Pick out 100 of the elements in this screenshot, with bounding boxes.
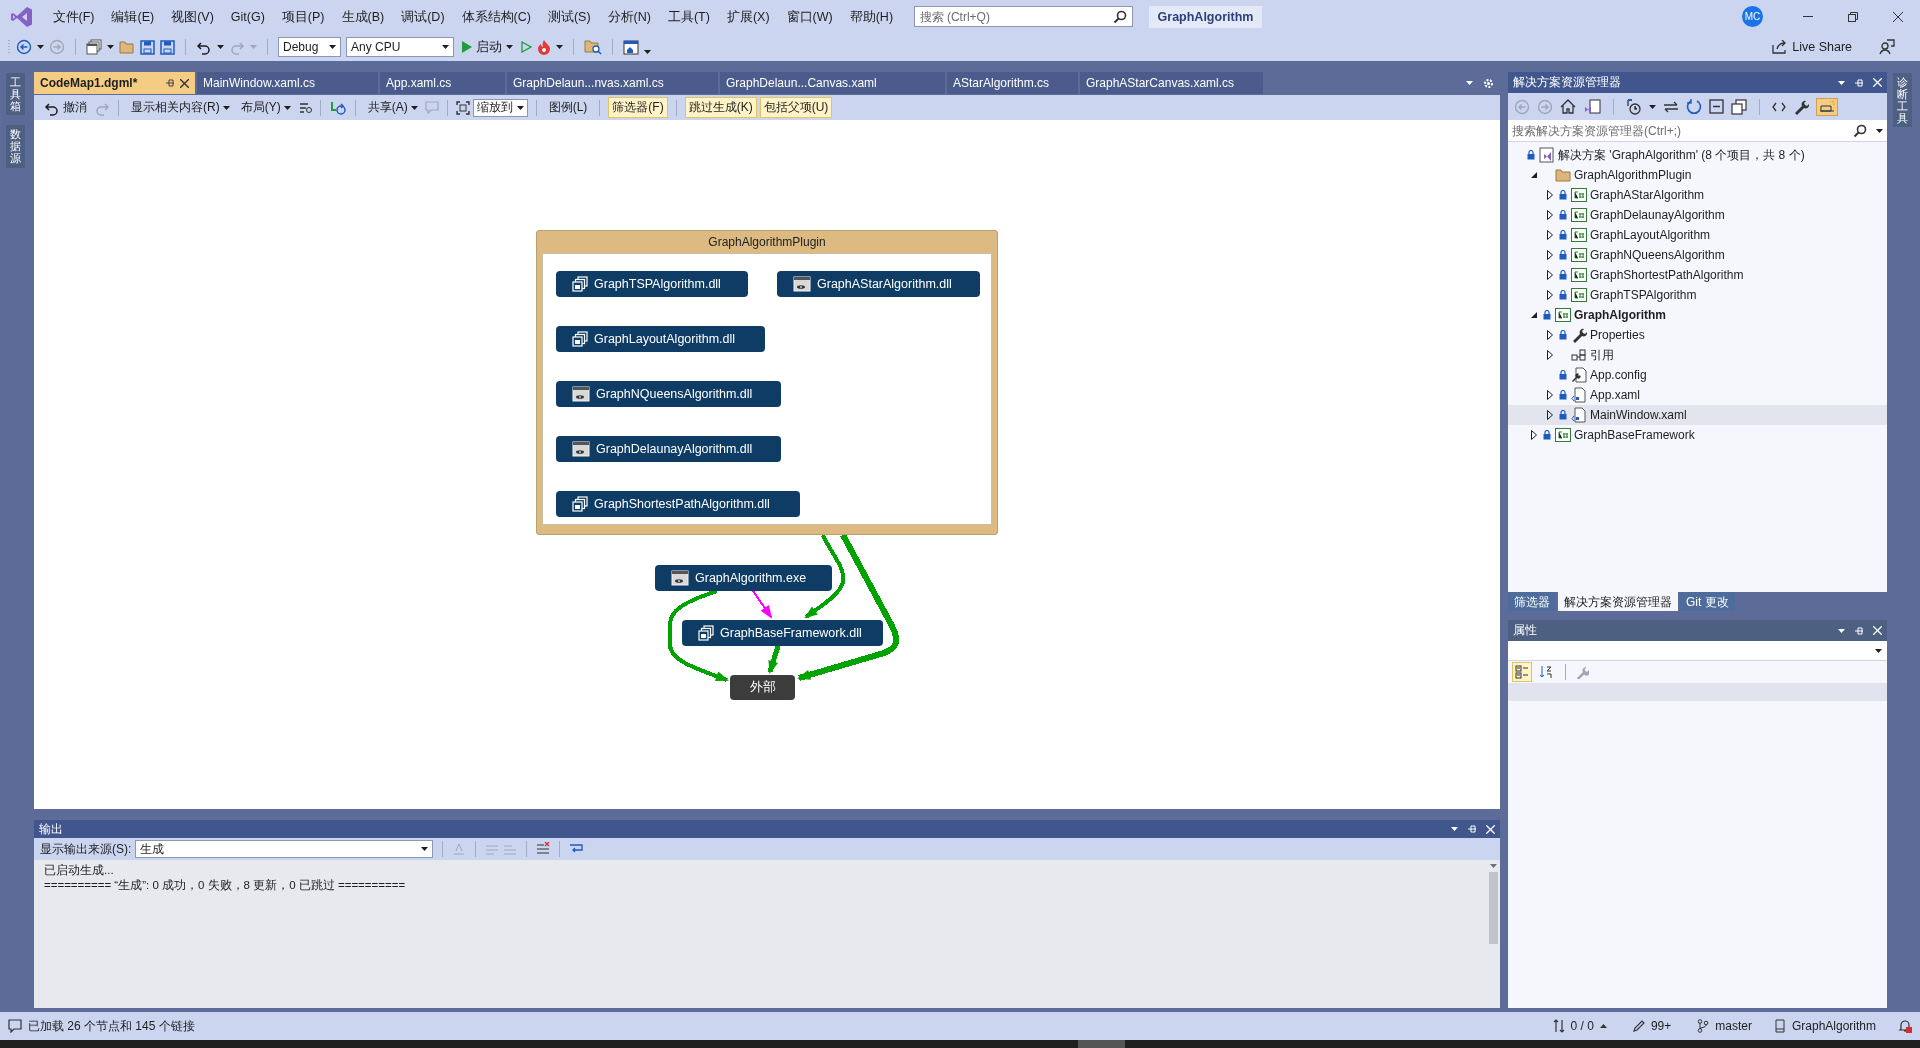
assembly-node[interactable]: GraphTSPAlgorithm.dll xyxy=(556,271,748,297)
toggle-button[interactable]: 包括父项(U) xyxy=(759,97,833,118)
pending-changes-filter-icon[interactable] xyxy=(1626,98,1642,115)
group-container[interactable]: GraphAlgorithmPlugin GraphTSPAlgorithm.dll GraphAStarAlgorithm.dll GraphLayoutAlgorithm.dll GraphNQueensAlgorithm.dll GraphDelaunayAlgorithm.dll GraphShortestPathAlgorithm.dll xyxy=(536,230,998,535)
dropdown-caret-icon[interactable] xyxy=(506,45,513,49)
document-tab[interactable]: CodeMap1.dgml* xyxy=(34,72,197,94)
collapsed-arrow-icon[interactable] xyxy=(1547,210,1553,220)
sync-icon[interactable] xyxy=(1663,100,1679,113)
collapsed-arrow-icon[interactable] xyxy=(1531,430,1537,440)
save-all-icon[interactable] xyxy=(160,39,175,55)
back-icon[interactable] xyxy=(16,39,32,55)
dropdown-caret-icon[interactable] xyxy=(1451,827,1458,831)
pin-icon[interactable] xyxy=(1855,625,1863,636)
toggle-button[interactable]: 图例(L) xyxy=(544,97,592,118)
configuration-dropdown[interactable]: Debug xyxy=(278,37,341,57)
new-project-icon[interactable] xyxy=(86,39,102,55)
dropdown-caret-icon[interactable] xyxy=(410,105,418,110)
collapsed-arrow-icon[interactable] xyxy=(1547,390,1553,400)
collapsed-arrow-icon[interactable] xyxy=(1547,250,1553,260)
window-layout-icon[interactable] xyxy=(623,39,639,55)
flame-icon[interactable] xyxy=(537,39,551,55)
side-panel-tab[interactable]: 诊断工具 xyxy=(1892,73,1912,128)
collapsed-arrow-icon[interactable] xyxy=(1547,270,1553,280)
zoom-dropdown[interactable]: 缩放到 xyxy=(472,98,528,117)
document-tab[interactable]: GraphAStarCanvas.xaml.cs xyxy=(1080,72,1265,94)
settings-icon[interactable] xyxy=(1483,77,1494,89)
start-button[interactable]: 启动 xyxy=(459,36,516,58)
close-tab-icon[interactable] xyxy=(180,78,189,88)
expanded-arrow-icon[interactable] xyxy=(1530,171,1538,179)
collapsed-arrow-icon[interactable] xyxy=(1547,190,1553,200)
repository-name[interactable]: GraphAlgorithm xyxy=(1791,1019,1876,1033)
collapsed-arrow-icon[interactable] xyxy=(1547,290,1553,300)
document-tab[interactable]: GraphDelaun...Canvas.xaml xyxy=(720,72,947,94)
collapsed-arrow-icon[interactable] xyxy=(1547,330,1553,340)
assembly-node[interactable]: GraphLayoutAlgorithm.dll xyxy=(556,326,765,352)
menu-item[interactable]: 调试(D) xyxy=(392,5,454,28)
layout-button[interactable]: 布局(Y) xyxy=(236,97,295,118)
menu-item[interactable]: 生成(B) xyxy=(333,5,393,28)
preview-toggle-button[interactable] xyxy=(1816,97,1838,116)
dropdown-caret-icon[interactable] xyxy=(1875,648,1882,653)
side-panel-tab[interactable]: 工具箱 xyxy=(5,73,25,116)
collapsed-arrow-icon[interactable] xyxy=(1547,230,1553,240)
branch-icon[interactable] xyxy=(1697,1019,1710,1033)
document-tab[interactable]: App.xaml.cs xyxy=(380,72,507,94)
dropdown-caret-icon[interactable] xyxy=(217,45,224,49)
dropdown-caret-icon[interactable] xyxy=(644,50,651,54)
dropdown-caret-icon[interactable] xyxy=(442,45,449,49)
close-icon[interactable] xyxy=(1873,626,1882,635)
edits-count[interactable]: 99+ xyxy=(1650,1019,1672,1033)
menu-item[interactable]: 测试(S) xyxy=(539,5,600,28)
home-icon[interactable] xyxy=(1560,99,1576,114)
close-icon[interactable] xyxy=(1486,824,1495,834)
dropdown-caret-icon[interactable] xyxy=(1838,80,1845,85)
format-icon[interactable] xyxy=(297,100,312,115)
tree-item[interactable]: GraphLayoutAlgorithm xyxy=(1508,225,1887,245)
categorized-view-button[interactable] xyxy=(1512,662,1532,682)
dropdown-caret-icon[interactable] xyxy=(283,105,291,110)
dropdown-caret-icon[interactable] xyxy=(1649,104,1656,109)
menu-item[interactable]: Git(G) xyxy=(222,5,274,28)
tree-item[interactable]: GraphAStarAlgorithm xyxy=(1508,185,1887,205)
pin-icon[interactable] xyxy=(166,78,174,88)
dropdown-caret-icon[interactable] xyxy=(1838,628,1845,633)
output-icon[interactable] xyxy=(8,1019,22,1033)
assembly-node[interactable]: GraphShortestPathAlgorithm.dll xyxy=(556,491,800,517)
live-share-button[interactable]: Live Share xyxy=(1769,38,1855,56)
properties-icon[interactable] xyxy=(1793,98,1809,115)
tree-item[interactable]: GraphAlgorithmPlugin xyxy=(1508,165,1887,185)
close-icon[interactable] xyxy=(1873,78,1882,87)
side-panel-tab[interactable]: 数据源 xyxy=(5,125,25,168)
refresh-map-icon[interactable] xyxy=(328,99,347,116)
tree-item[interactable]: GraphAlgorithm xyxy=(1508,305,1887,325)
panel-tab[interactable]: 筛选器 xyxy=(1508,592,1556,611)
dropdown-caret-icon[interactable] xyxy=(107,45,114,49)
repository-icon[interactable] xyxy=(1773,1019,1786,1033)
panel-tab[interactable]: Git 更改 xyxy=(1680,592,1735,611)
view-code-icon[interactable] xyxy=(1772,101,1786,112)
menu-item[interactable]: 扩展(X) xyxy=(718,5,779,28)
search-field[interactable]: 搜索 (Ctrl+Q) xyxy=(913,6,1133,27)
menu-item[interactable]: 编辑(E) xyxy=(102,5,163,28)
caret-up-icon[interactable] xyxy=(1599,1024,1607,1028)
account-avatar[interactable]: MC xyxy=(1742,6,1763,27)
menu-item[interactable]: 帮助(H) xyxy=(841,5,902,28)
platform-dropdown[interactable]: Any CPU xyxy=(346,37,454,57)
menu-item[interactable]: 视图(V) xyxy=(162,5,223,28)
dropdown-caret-icon[interactable] xyxy=(421,847,429,851)
menu-item[interactable]: 工具(T) xyxy=(659,5,719,28)
tree-item[interactable]: 解决方案 'GraphAlgorithm' (8 个项目，共 8 个) xyxy=(1508,145,1887,165)
collapse-all-icon[interactable] xyxy=(1709,99,1724,114)
tree-item[interactable]: App.config xyxy=(1508,365,1887,385)
branch-name[interactable]: master xyxy=(1715,1019,1752,1033)
dropdown-caret-icon[interactable] xyxy=(37,45,44,49)
tree-item[interactable]: 引用 xyxy=(1508,345,1887,365)
tree-item[interactable]: GraphBaseFramework xyxy=(1508,425,1887,445)
toggle-button[interactable]: 跳过生成(K) xyxy=(684,97,757,118)
collapsed-arrow-icon[interactable] xyxy=(1547,410,1553,420)
document-tab[interactable]: MainWindow.xaml.cs xyxy=(197,72,380,94)
save-icon[interactable] xyxy=(140,39,155,55)
output-source-dropdown[interactable]: 生成 xyxy=(135,840,434,858)
toggle-button[interactable]: 筛选器(F) xyxy=(608,97,668,118)
undo-button[interactable]: 撤消 xyxy=(40,97,91,118)
